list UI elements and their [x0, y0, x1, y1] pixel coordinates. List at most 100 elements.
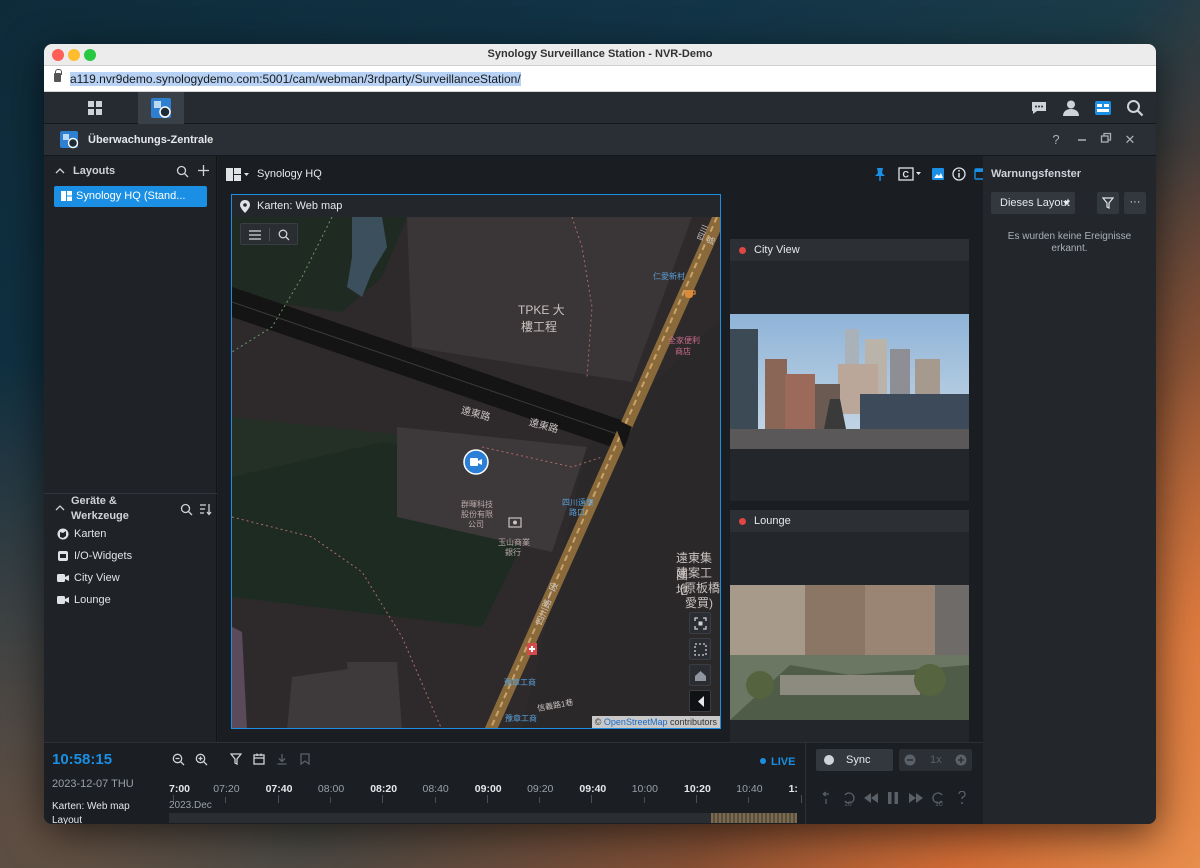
timeline-tick-label: 1:: [788, 783, 798, 795]
forward-10-icon[interactable]: 10: [932, 791, 946, 807]
pin-icon[interactable]: [874, 167, 886, 181]
timeline-tick-label: 7:00: [169, 783, 191, 795]
speed-up-icon[interactable]: [955, 754, 967, 766]
camera-marker-icon[interactable]: [463, 449, 489, 475]
device-item-io-widgets[interactable]: I/O-Widgets: [58, 550, 133, 562]
map-label-stop: 仁愛新村: [653, 272, 685, 281]
camera-name: Lounge: [754, 515, 791, 527]
city-view-video-feed[interactable]: [730, 314, 969, 449]
layout-item-label: Synology HQ (Stand...: [76, 190, 186, 202]
camera-pane-header: City View: [730, 239, 969, 261]
device-item-city-view[interactable]: City View: [57, 572, 120, 584]
info-icon[interactable]: [952, 167, 966, 181]
map-home-button[interactable]: [689, 664, 711, 686]
map-label-building: 樓工程: [521, 320, 558, 334]
rewind-to-start-icon[interactable]: [820, 791, 832, 805]
speed-down-icon[interactable]: [904, 754, 916, 766]
help-button[interactable]: ?: [1048, 132, 1064, 147]
layout-item-synology-hq[interactable]: Synology HQ (Stand...: [54, 186, 207, 207]
back-10-icon[interactable]: 10: [841, 791, 855, 807]
fit-screen-icon: [694, 617, 707, 630]
timeline-tick-label: 09:20: [527, 783, 554, 795]
timeline-tick-mark: [486, 795, 488, 803]
camera-pane-header: Lounge: [730, 510, 969, 532]
sync-button[interactable]: Sync: [816, 749, 893, 771]
restore-button[interactable]: [1098, 132, 1114, 147]
sync-label: Sync: [846, 754, 871, 766]
sort-icon[interactable]: [199, 503, 212, 516]
track-label-layout: Layout: [52, 815, 83, 824]
map-label-stop: 豫章工商: [504, 678, 536, 687]
search-icon[interactable]: [180, 503, 193, 516]
timeline-tick-mark: [696, 795, 697, 803]
lounge-video-feed[interactable]: [730, 585, 969, 720]
map-collapse-button[interactable]: [689, 690, 711, 712]
device-label: I/O-Widgets: [74, 550, 133, 562]
event-filter-dropdown[interactable]: Dieses Layout: [991, 192, 1075, 214]
main-menu-button[interactable]: [72, 92, 118, 124]
io-widget-icon: [58, 551, 68, 561]
timeline-divider: [805, 742, 806, 824]
playback-controls: 10 10: [816, 791, 976, 811]
close-button[interactable]: ✕: [1122, 132, 1138, 148]
home-icon: [695, 671, 706, 681]
filter-button[interactable]: [1097, 192, 1119, 214]
window-titlebar: Synology Surveillance Station - NVR-Demo: [44, 44, 1156, 66]
timeline-tick-mark: [382, 795, 384, 803]
url-text[interactable]: a119.nvr9demo.synologydemo.com:5001/cam/…: [70, 72, 521, 86]
location-pin-icon: [240, 200, 250, 213]
camera-pane-city-view[interactable]: City View: [730, 239, 969, 501]
svg-text:C: C: [903, 170, 910, 180]
device-label: Karten: [74, 528, 107, 540]
timeline-tick-label: 09:40: [579, 783, 607, 795]
openstreetmap-link[interactable]: OpenStreetMap: [604, 717, 668, 727]
map-label-stop: 路口: [569, 508, 585, 517]
device-item-lounge[interactable]: Lounge: [57, 594, 111, 606]
snapshot-icon[interactable]: [931, 167, 945, 181]
timeline-tick-label: 09:00: [474, 783, 502, 795]
layout-selector-icon[interactable]: [226, 168, 250, 181]
current-time: 10:58:15: [52, 751, 113, 768]
more-button[interactable]: ···: [1124, 192, 1146, 214]
minimize-button[interactable]: [1074, 132, 1090, 147]
camera-pane-lounge[interactable]: Lounge: [730, 510, 969, 772]
timeline-tick-label: 10:20: [684, 783, 711, 795]
add-icon[interactable]: [197, 164, 210, 177]
chevron-up-icon[interactable]: [55, 504, 65, 511]
timeline-ticks[interactable]: 7:00 07:20 07:40 08:00 08:20 08:40 09:00 09:20 0…: [169, 743, 802, 803]
map-select-button[interactable]: [689, 638, 711, 660]
search-button[interactable]: [1112, 92, 1156, 124]
surveillance-center-icon: [60, 131, 79, 149]
pause-icon[interactable]: [887, 791, 899, 805]
live-toolbar: Synology HQ C: [218, 156, 988, 193]
camera-control-icon[interactable]: C: [898, 167, 924, 181]
timeline-tick-mark: [748, 797, 750, 803]
timeline-tick-label: 10:40: [736, 783, 763, 795]
map-fit-button[interactable]: [689, 612, 711, 634]
help-circle-icon[interactable]: [956, 791, 968, 805]
layout-name: Synology HQ: [257, 168, 322, 180]
chevron-up-icon[interactable]: [55, 167, 65, 174]
timeline-tick-mark: [225, 797, 227, 803]
layouts-heading: Layouts: [73, 165, 116, 177]
list-icon[interactable]: [249, 230, 261, 240]
search-icon[interactable]: [176, 165, 189, 178]
fast-forward-icon[interactable]: [909, 793, 923, 803]
search-icon[interactable]: [278, 229, 290, 241]
device-item-karten[interactable]: Karten: [57, 528, 107, 540]
timeline-tick-label: 08:20: [370, 783, 398, 795]
address-bar[interactable]: a119.nvr9demo.synologydemo.com:5001/cam/…: [44, 66, 1156, 92]
surveillance-app-button[interactable]: [138, 92, 184, 124]
divider: [44, 493, 217, 494]
timeline-tick-label: 08:40: [422, 783, 449, 795]
map-label-site: 愛買): [685, 596, 713, 610]
svg-text:10: 10: [935, 801, 943, 807]
map-pane[interactable]: Karten: Web map TPKE 大 樓工程 遠東路 遠東路 全家便利 …: [231, 194, 721, 729]
minimize-icon: [1078, 139, 1086, 141]
speed-value: 1x: [930, 754, 942, 766]
device-label: Lounge: [74, 594, 111, 606]
timeline-tick-mark: [277, 795, 279, 803]
track-label-map: Karten: Web map: [52, 801, 130, 812]
rewind-icon[interactable]: [864, 793, 878, 803]
map-label-building: TPKE 大: [518, 303, 565, 317]
